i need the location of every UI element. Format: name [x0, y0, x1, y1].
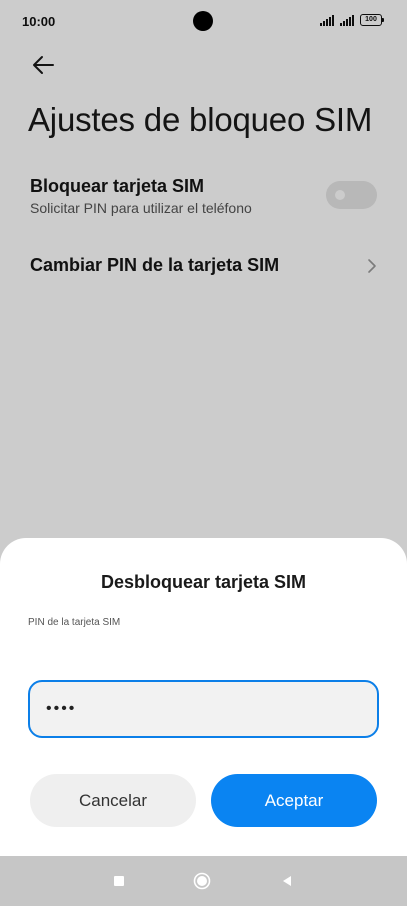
circle-icon[interactable]: [193, 872, 211, 890]
cancel-button[interactable]: Cancelar: [30, 774, 196, 827]
unlock-sim-dialog: Desbloquear tarjeta SIM PIN de la tarjet…: [0, 538, 407, 856]
accept-button[interactable]: Aceptar: [211, 774, 377, 827]
triangle-left-icon[interactable]: [281, 875, 293, 887]
navigation-bar: [0, 856, 407, 906]
screen: 10:00 100 Ajustes de bloqueo SIM Bloquea…: [0, 0, 407, 906]
pin-field-label: PIN de la tarjeta SIM: [28, 617, 121, 628]
dialog-title: Desbloquear tarjeta SIM: [100, 572, 307, 592]
square-icon[interactable]: [114, 876, 124, 886]
pin-input[interactable]: ••••: [28, 680, 379, 738]
